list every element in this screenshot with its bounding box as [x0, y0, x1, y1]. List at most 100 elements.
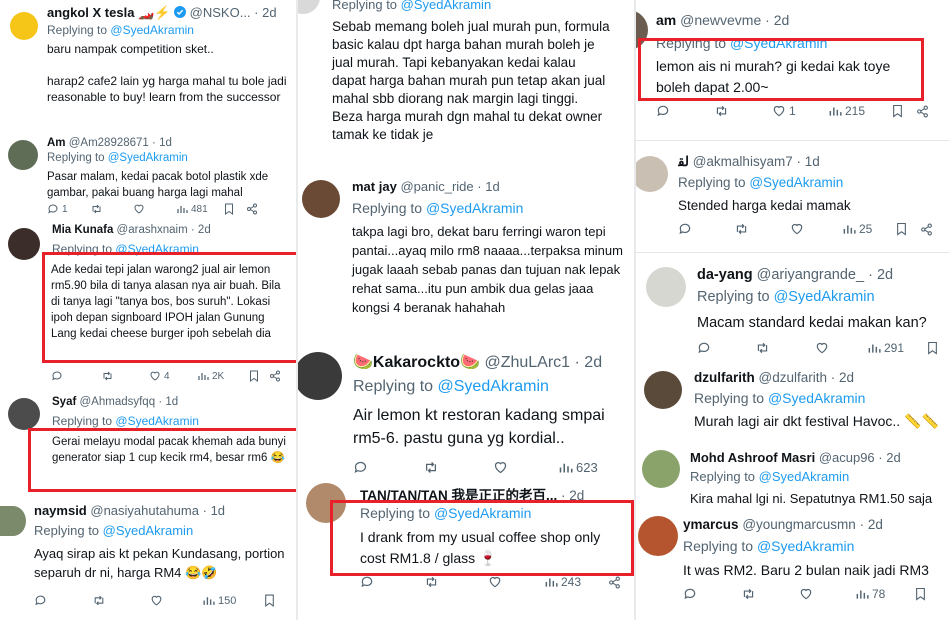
user-handle[interactable]: @ZhuLArc1 — [484, 354, 570, 371]
mention-link[interactable]: @SyedAkramin — [749, 175, 843, 190]
bookmark-button[interactable] — [915, 587, 926, 601]
user-name[interactable]: angkol X tesla — [47, 5, 134, 20]
timestamp[interactable]: 1d — [485, 179, 499, 194]
user-name[interactable]: dzulfarith — [694, 370, 755, 385]
user-name[interactable]: ﻟﻘ — [678, 154, 689, 169]
mention-link[interactable]: @SyedAkramin — [730, 35, 827, 51]
avatar[interactable] — [644, 371, 682, 409]
user-name[interactable]: da-yang — [697, 267, 753, 283]
views-button[interactable]: 481 — [176, 203, 224, 215]
user-handle[interactable]: @youngmarcusmn — [742, 517, 856, 532]
share-button[interactable] — [920, 223, 933, 236]
timestamp[interactable]: 2d — [569, 488, 584, 503]
timestamp[interactable]: 2d — [774, 12, 790, 28]
reply-button[interactable] — [683, 587, 741, 601]
retweet-button[interactable] — [92, 594, 150, 607]
tweet[interactable]: dzulfarith @dzulfarith · 2d Replying to … — [636, 365, 950, 443]
user-name[interactable]: naymsid — [34, 503, 87, 518]
avatar[interactable] — [636, 156, 668, 192]
mention-link[interactable]: @SyedAkramin — [774, 289, 875, 305]
like-button[interactable] — [790, 222, 842, 236]
user-handle[interactable]: @NSKO... — [190, 5, 251, 20]
tweet[interactable]: naymsid @nasiyahutahuma · 1d Replying to… — [0, 496, 296, 620]
timestamp[interactable]: 1d — [805, 154, 820, 169]
avatar[interactable] — [0, 506, 26, 536]
avatar[interactable] — [642, 450, 680, 488]
views-button[interactable]: 2K — [197, 370, 249, 382]
bookmark-button[interactable] — [264, 594, 284, 607]
user-handle[interactable]: @akmalhisyam7 — [693, 154, 793, 169]
tweet[interactable]: 🍉Kakarockto🍉 @ZhuLArc1 · 2d Replying to … — [298, 344, 634, 478]
timestamp[interactable]: 2d — [198, 224, 211, 236]
avatar[interactable] — [8, 140, 38, 170]
timestamp[interactable]: 1d — [165, 396, 178, 408]
mention-link[interactable]: @SyedAkramin — [426, 200, 523, 216]
user-name[interactable]: Am — [47, 137, 66, 149]
avatar[interactable] — [10, 12, 38, 40]
retweet-button[interactable] — [424, 575, 488, 589]
mention-link[interactable]: @SyedAkramin — [757, 538, 854, 554]
tweet[interactable]: mat jay @panic_ride · 1d Replying to @Sy… — [298, 172, 634, 345]
retweet-button[interactable] — [755, 341, 815, 355]
mention-link[interactable]: @SyedAkramin — [401, 0, 492, 12]
avatar[interactable] — [646, 267, 686, 307]
mention-link[interactable]: @SyedAkramin — [115, 414, 199, 428]
mention-link[interactable]: @SyedAkramin — [759, 469, 850, 484]
avatar[interactable] — [8, 228, 40, 260]
like-button[interactable] — [488, 575, 544, 589]
mention-link[interactable]: @SyedAkramin — [108, 152, 188, 164]
views-button[interactable]: 243 — [544, 575, 608, 589]
retweet-button[interactable] — [734, 222, 790, 236]
views-button[interactable]: 215 — [828, 104, 892, 118]
like-button[interactable]: 1 — [772, 104, 828, 118]
like-button[interactable] — [799, 587, 855, 601]
tweet[interactable]: ymarcus @youngmarcusmn · 2d Replying to … — [636, 510, 950, 620]
retweet-button[interactable] — [90, 203, 133, 215]
share-button[interactable] — [246, 203, 258, 215]
bookmark-button[interactable] — [896, 222, 920, 236]
user-handle[interactable]: @nasiyahutahuma — [90, 503, 199, 518]
mention-link[interactable]: @SyedAkramin — [110, 23, 194, 37]
retweet-button[interactable] — [741, 587, 799, 601]
user-name[interactable]: am — [656, 12, 676, 28]
tweet[interactable]: Replying to @SyedAkramin Sebab memang bo… — [298, 0, 634, 173]
views-button[interactable]: 150 — [202, 594, 264, 607]
timestamp[interactable]: 2d — [584, 354, 602, 371]
avatar[interactable] — [8, 398, 40, 430]
bookmark-button[interactable] — [249, 370, 269, 382]
mention-link[interactable]: @SyedAkramin — [438, 378, 549, 395]
avatar[interactable] — [302, 180, 340, 218]
views-button[interactable]: 78 — [855, 587, 915, 601]
bookmark-button[interactable] — [892, 104, 916, 118]
user-name[interactable]: ymarcus — [683, 517, 739, 532]
tweet[interactable]: angkol X tesla 🏎️⚡ @NSKO... · 2d Replyin… — [0, 0, 296, 131]
timestamp[interactable]: 2d — [877, 267, 893, 283]
mention-link[interactable]: @SyedAkramin — [103, 523, 194, 538]
user-handle[interactable]: @Ahmadsyfqq — [80, 396, 156, 408]
share-button[interactable] — [608, 576, 621, 589]
timestamp[interactable]: 2d — [886, 450, 900, 465]
like-button[interactable]: 4 — [149, 370, 197, 382]
reply-button[interactable] — [697, 341, 755, 355]
views-button[interactable]: 291 — [867, 341, 927, 355]
tweet[interactable]: Syaf @Ahmadsyfqq · 1d Replying to @SyedA… — [0, 390, 296, 497]
user-name[interactable]: Mia Kunafa — [52, 224, 113, 236]
reply-button[interactable]: 1 — [47, 203, 90, 215]
timestamp[interactable]: 2d — [868, 517, 883, 532]
retweet-button[interactable] — [714, 104, 772, 118]
avatar[interactable] — [638, 516, 678, 556]
user-name[interactable]: Syaf — [52, 396, 76, 408]
tweet[interactable]: Am @Am28928671 · 1d Replying to @SyedAkr… — [0, 130, 296, 223]
reply-button[interactable] — [678, 222, 734, 236]
like-button[interactable] — [150, 594, 202, 607]
bookmark-button[interactable] — [224, 203, 246, 215]
like-button[interactable] — [493, 460, 558, 475]
avatar[interactable] — [298, 352, 342, 400]
mention-link[interactable]: @SyedAkramin — [768, 390, 865, 406]
tweet[interactable]: Mohd Ashroof Masri @acup96 · 2d Replying… — [636, 442, 950, 511]
timestamp[interactable]: 1d — [211, 503, 225, 518]
user-handle[interactable]: @Am28928671 — [69, 137, 149, 149]
tweet[interactable]: Mia Kunafa @arashxnaim · 2d Replying to … — [0, 222, 296, 391]
timestamp[interactable]: 2d — [262, 5, 276, 20]
reply-button[interactable] — [353, 460, 423, 475]
